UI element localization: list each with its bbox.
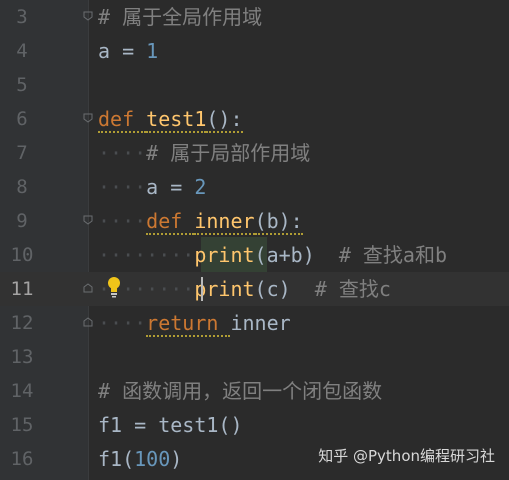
indent-guide: ···· xyxy=(98,141,147,165)
code-token: # 属于局部作用域 xyxy=(146,141,311,165)
code-token: inner xyxy=(230,311,291,335)
code-editor[interactable]: 3 # 属于全局作用域 4 a = 1 5 6 def test1(): 7 ····# 属于局… xyxy=(0,0,509,480)
code-line[interactable]: 3 # 属于全局作用域 xyxy=(0,0,509,34)
indent-guide: ···· xyxy=(98,209,147,233)
code-text[interactable]: f1(100) xyxy=(98,442,182,476)
code-line[interactable]: 7 ····# 属于局部作用域 xyxy=(0,136,509,170)
watermark: 知乎 @Python编程研习社 xyxy=(318,447,495,465)
code-token: f1( xyxy=(98,447,135,471)
line-number: 7 xyxy=(16,142,28,164)
code-token: inner xyxy=(194,209,255,235)
code-line[interactable]: 6 def test1(): xyxy=(0,102,509,136)
code-text[interactable]: ········print(c) # 查找c xyxy=(98,272,391,306)
fold-marker-icon[interactable] xyxy=(82,214,94,226)
code-token: (c) xyxy=(254,277,315,301)
code-text[interactable]: def test1(): xyxy=(98,102,243,136)
code-text[interactable]: ····return inner xyxy=(98,306,291,340)
text-caret xyxy=(201,277,203,301)
code-text[interactable]: # 属于全局作用域 xyxy=(98,0,262,34)
code-token: (b): xyxy=(254,209,303,235)
code-text[interactable]: f1 = test1() xyxy=(98,408,243,442)
indent-guide: ········ xyxy=(98,243,195,267)
code-token: print xyxy=(194,243,255,267)
code-line[interactable]: 8 ····a = 2 xyxy=(0,170,509,204)
code-line[interactable]: 15 f1 = test1() xyxy=(0,408,509,442)
code-line[interactable]: 12 ····return inner xyxy=(0,306,509,340)
code-text[interactable]: a = 1 xyxy=(98,34,158,68)
code-line[interactable]: 5 xyxy=(0,68,509,102)
fold-marker-icon[interactable] xyxy=(82,282,94,294)
code-text[interactable]: ····a = 2 xyxy=(98,170,206,204)
code-token: return xyxy=(146,311,231,337)
line-number: 14 xyxy=(10,380,34,402)
code-text[interactable]: # 函数调用，返回一个闭包函数 xyxy=(98,374,382,408)
code-token: a = xyxy=(146,175,195,199)
code-line[interactable]: 10 ········print(a+b) # 查找a和b xyxy=(0,238,509,272)
indent-guide: ···· xyxy=(98,175,147,199)
code-token: def xyxy=(98,107,147,133)
line-number: 11 xyxy=(10,278,34,300)
indent-guide: ···· xyxy=(98,311,147,335)
line-number: 16 xyxy=(10,448,34,470)
line-number: 12 xyxy=(10,312,34,334)
code-line[interactable]: 14 # 函数调用，返回一个闭包函数 xyxy=(0,374,509,408)
code-token: print xyxy=(194,277,255,301)
code-token: 1 xyxy=(146,39,159,63)
fold-marker-icon[interactable] xyxy=(82,112,94,124)
code-token: # 函数调用，返回一个闭包函数 xyxy=(98,379,383,403)
code-token: test1 xyxy=(146,107,207,133)
code-text[interactable]: ····def inner(b): xyxy=(98,204,303,238)
code-token: ) xyxy=(170,447,183,471)
code-line[interactable]: 9 ····def inner(b): xyxy=(0,204,509,238)
lightbulb-icon[interactable] xyxy=(106,276,122,298)
code-text[interactable]: ····# 属于局部作用域 xyxy=(98,136,310,170)
line-number: 6 xyxy=(16,108,28,130)
code-text[interactable]: ········print(a+b) # 查找a和b xyxy=(98,238,447,272)
line-number: 9 xyxy=(16,210,28,232)
code-token: # 查找c xyxy=(314,277,391,301)
code-token: def xyxy=(146,209,195,235)
line-number: 13 xyxy=(10,346,34,368)
code-token: f1 = test1() xyxy=(98,413,243,437)
fold-marker-icon[interactable] xyxy=(82,10,94,22)
line-number: 5 xyxy=(16,74,28,96)
code-line[interactable]: 11 ········print(c) # 查找c xyxy=(0,272,509,306)
code-line[interactable]: 13 xyxy=(0,340,509,374)
line-number: 4 xyxy=(16,40,28,62)
code-token: # 查找a和b xyxy=(338,243,448,267)
fold-marker-icon[interactable] xyxy=(82,316,94,328)
code-token: (): xyxy=(206,107,243,133)
code-token: 100 xyxy=(134,447,171,471)
line-number: 3 xyxy=(16,6,28,28)
code-token: 2 xyxy=(194,175,207,199)
code-line[interactable]: 4 a = 1 xyxy=(0,34,509,68)
code-token: # 属于全局作用域 xyxy=(98,5,263,29)
line-number: 15 xyxy=(10,414,34,436)
code-token: a = xyxy=(98,39,147,63)
code-token: (a+b) xyxy=(254,243,339,267)
line-number: 8 xyxy=(16,176,28,198)
line-number: 10 xyxy=(10,244,34,266)
